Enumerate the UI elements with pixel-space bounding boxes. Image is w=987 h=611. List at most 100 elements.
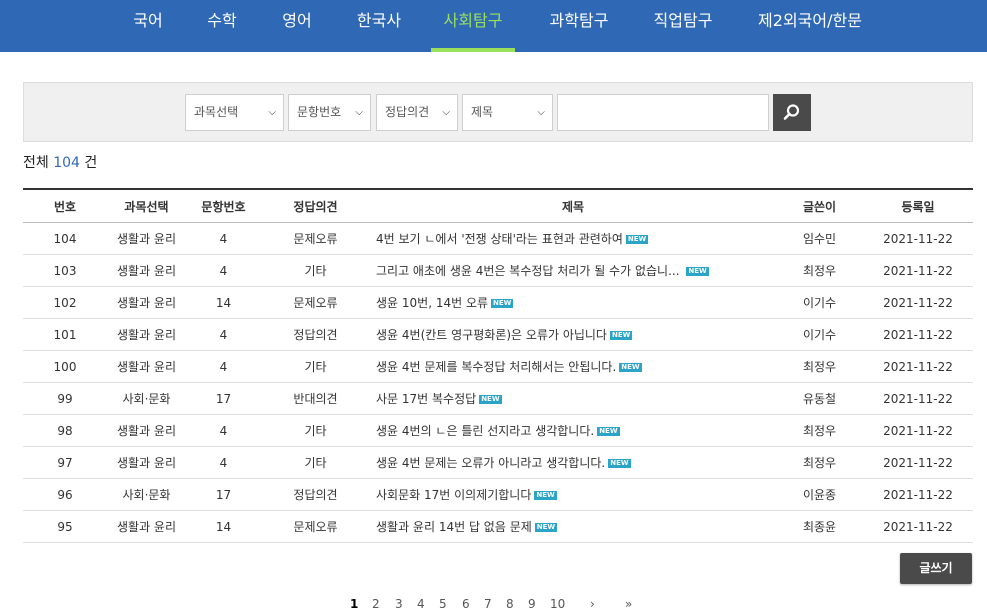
row-opinion: 정답의견 bbox=[261, 478, 370, 511]
tab-english[interactable]: 영어 bbox=[268, 0, 326, 52]
chevron-down-icon: ⌵ bbox=[268, 107, 276, 118]
table-row[interactable]: 103 생활과 윤리 4 기타 그리고 애초에 생윤 4번은 복수정답 처리가 될 수가… bbox=[23, 254, 973, 287]
tab-science[interactable]: 과학탐구 bbox=[537, 0, 621, 52]
row-question: 14 bbox=[186, 286, 261, 319]
row-question: 4 bbox=[186, 222, 261, 255]
row-date: 2021-11-22 bbox=[863, 414, 973, 447]
row-opinion: 기타 bbox=[261, 414, 370, 447]
row-title[interactable]: 4번 보기 ㄴ에서 '전쟁 상태'라는 표현과 관련하여 bbox=[376, 232, 623, 246]
row-number: 96 bbox=[23, 478, 107, 511]
page-5[interactable]: 5 bbox=[439, 597, 447, 611]
row-question: 17 bbox=[186, 478, 261, 511]
row-opinion: 기타 bbox=[261, 350, 370, 383]
row-title[interactable]: 사문 17번 복수정답 bbox=[376, 392, 476, 406]
row-date: 2021-11-22 bbox=[863, 318, 973, 351]
row-title-link[interactable]: 생윤 4번 문제를 복수정답 처리해서는 안됩니다. NEW bbox=[370, 350, 776, 383]
row-title-link[interactable]: 생윤 10번, 14번 오류 NEW bbox=[370, 286, 776, 319]
table-row[interactable]: 97 생활과 윤리 4 기타 생윤 4번 문제는 오류가 아니라고 생각합니다. NEW 최… bbox=[23, 446, 973, 479]
tab-vocational[interactable]: 직업탐구 bbox=[641, 0, 725, 52]
row-title-link[interactable]: 4번 보기 ㄴ에서 '전쟁 상태'라는 표현과 관련하여 NEW bbox=[370, 222, 776, 255]
row-title-link[interactable]: 사문 17번 복수정답 NEW bbox=[370, 382, 776, 415]
row-title-link[interactable]: 생활과 윤리 14번 답 없음 문제 NEW bbox=[370, 510, 776, 543]
row-opinion: 기타 bbox=[261, 254, 370, 287]
page-4[interactable]: 4 bbox=[417, 597, 425, 611]
row-title[interactable]: 생윤 4번(칸트 영구평화론)은 오류가 아닙니다 bbox=[376, 328, 607, 342]
row-question: 4 bbox=[186, 350, 261, 383]
page-9[interactable]: 9 bbox=[528, 597, 536, 611]
row-title[interactable]: 생윤 4번의 ㄴ은 틀린 선지라고 생각합니다. bbox=[376, 424, 594, 438]
table-row[interactable]: 102 생활과 윤리 14 문제오류 생윤 10번, 14번 오류 NEW 이기수 2021-… bbox=[23, 286, 973, 319]
new-badge: NEW bbox=[686, 267, 709, 276]
header-opinion: 정답의견 bbox=[261, 188, 370, 223]
row-subject: 생활과 윤리 bbox=[107, 318, 186, 351]
page-3[interactable]: 3 bbox=[395, 597, 403, 611]
row-question: 4 bbox=[186, 254, 261, 287]
new-badge: NEW bbox=[625, 235, 649, 244]
page-6[interactable]: 6 bbox=[462, 597, 470, 611]
question-number-select[interactable]: 문항번호 ⌵ bbox=[288, 94, 371, 131]
row-number: 98 bbox=[23, 414, 107, 447]
new-badge: NEW bbox=[619, 363, 642, 372]
tab-second-language[interactable]: 제2외국어/한문 bbox=[748, 0, 872, 52]
page-2[interactable]: 2 bbox=[372, 597, 380, 611]
row-number: 101 bbox=[23, 318, 107, 351]
row-title-link[interactable]: 그리고 애초에 생윤 4번은 복수정답 처리가 될 수가 없습니... NEW bbox=[370, 254, 776, 287]
page-8[interactable]: 8 bbox=[506, 597, 514, 611]
tab-math[interactable]: 수학 bbox=[193, 0, 251, 52]
row-title[interactable]: 사회문화 17번 이의제기합니다 bbox=[376, 488, 531, 502]
row-date: 2021-11-22 bbox=[863, 222, 973, 255]
row-subject: 생활과 윤리 bbox=[107, 254, 186, 287]
row-title[interactable]: 그리고 애초에 생윤 4번은 복수정답 처리가 될 수가 없습니... bbox=[376, 264, 683, 278]
post-table: 번호 과목선택 문항번호 정답의견 제목 글쓴이 등록일 104 생활과 윤리 4 문… bbox=[23, 188, 973, 543]
row-title[interactable]: 생윤 4번 문제를 복수정답 처리해서는 안됩니다. bbox=[376, 360, 616, 374]
header-author: 글쓴이 bbox=[776, 188, 863, 223]
header-date: 등록일 bbox=[863, 188, 973, 223]
header-question: 문항번호 bbox=[186, 188, 261, 223]
table-header-row: 번호 과목선택 문항번호 정답의견 제목 글쓴이 등록일 bbox=[23, 188, 973, 223]
row-title-link[interactable]: 생윤 4번의 ㄴ은 틀린 선지라고 생각합니다. NEW bbox=[370, 414, 776, 447]
tab-korean[interactable]: 국어 bbox=[119, 0, 177, 52]
search-field-select[interactable]: 제목 ⌵ bbox=[462, 94, 553, 131]
chevron-down-icon: ⌵ bbox=[537, 107, 545, 118]
row-question: 14 bbox=[186, 510, 261, 543]
row-title[interactable]: 생윤 10번, 14번 오류 bbox=[376, 296, 488, 310]
row-title[interactable]: 생윤 4번 문제는 오류가 아니라고 생각합니다. bbox=[376, 456, 605, 470]
opinion-select-value: 정답의견 bbox=[385, 105, 430, 119]
tab-social-studies[interactable]: 사회탐구 bbox=[431, 0, 515, 52]
search-input[interactable] bbox=[557, 94, 769, 131]
page-7[interactable]: 7 bbox=[484, 597, 492, 611]
table-row[interactable]: 104 생활과 윤리 4 문제오류 4번 보기 ㄴ에서 '전쟁 상태'라는 표현과 관련… bbox=[23, 222, 973, 255]
last-page-icon[interactable]: » bbox=[625, 597, 632, 611]
row-title-link[interactable]: 사회문화 17번 이의제기합니다 NEW bbox=[370, 478, 776, 511]
search-button[interactable] bbox=[773, 94, 811, 131]
table-row[interactable]: 100 생활과 윤리 4 기타 생윤 4번 문제를 복수정답 처리해서는 안됩니다. NE… bbox=[23, 350, 973, 383]
table-row[interactable]: 101 생활과 윤리 4 정답의견 생윤 4번(칸트 영구평화론)은 오류가 아닙니다 N… bbox=[23, 318, 973, 351]
subject-select[interactable]: 과목선택 ⌵ bbox=[185, 94, 284, 131]
row-subject: 생활과 윤리 bbox=[107, 286, 186, 319]
row-title-link[interactable]: 생윤 4번(칸트 영구평화론)은 오류가 아닙니다 NEW bbox=[370, 318, 776, 351]
tab-korean-history[interactable]: 한국사 bbox=[344, 0, 414, 52]
write-button[interactable]: 글쓰기 bbox=[900, 553, 972, 584]
row-subject: 생활과 윤리 bbox=[107, 510, 186, 543]
row-opinion: 반대의견 bbox=[261, 382, 370, 415]
new-badge: NEW bbox=[597, 427, 620, 436]
next-page-icon[interactable]: › bbox=[590, 597, 595, 611]
row-title-link[interactable]: 생윤 4번 문제는 오류가 아니라고 생각합니다. NEW bbox=[370, 446, 776, 479]
row-opinion: 기타 bbox=[261, 446, 370, 479]
row-number: 102 bbox=[23, 286, 107, 319]
question-select-value: 문항번호 bbox=[297, 105, 342, 119]
table-row[interactable]: 95 생활과 윤리 14 문제오류 생활과 윤리 14번 답 없음 문제 NEW 최종윤 20… bbox=[23, 510, 973, 543]
table-row[interactable]: 98 생활과 윤리 4 기타 생윤 4번의 ㄴ은 틀린 선지라고 생각합니다. NEW 최정… bbox=[23, 414, 973, 447]
row-number: 100 bbox=[23, 350, 107, 383]
row-opinion: 문제오류 bbox=[261, 286, 370, 319]
table-row[interactable]: 99 사회·문화 17 반대의견 사문 17번 복수정답 NEW 유동철 2021-11-22 bbox=[23, 382, 973, 415]
page-1[interactable]: 1 bbox=[350, 597, 358, 611]
row-title[interactable]: 생활과 윤리 14번 답 없음 문제 bbox=[376, 520, 532, 534]
opinion-select[interactable]: 정답의견 ⌵ bbox=[376, 94, 458, 131]
row-number: 95 bbox=[23, 510, 107, 543]
table-row[interactable]: 96 사회·문화 17 정답의견 사회문화 17번 이의제기합니다 NEW 이윤종 2021-… bbox=[23, 478, 973, 511]
row-author: 이윤종 bbox=[776, 478, 863, 511]
subject-select-value: 과목선택 bbox=[194, 105, 239, 119]
page-10[interactable]: 10 bbox=[550, 597, 565, 611]
row-question: 4 bbox=[186, 318, 261, 351]
